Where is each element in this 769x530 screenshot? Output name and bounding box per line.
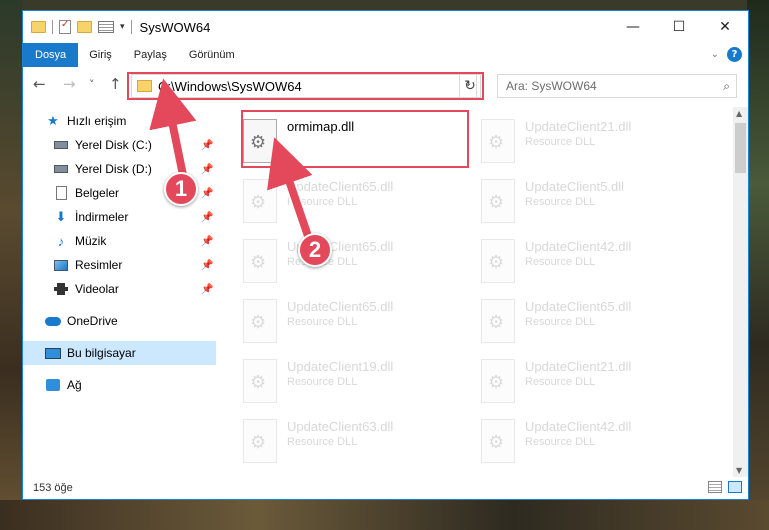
- arrow-2: [267, 137, 313, 238]
- annotation-arrows: [149, 78, 314, 238]
- step-badge-2: 2: [298, 233, 332, 267]
- step-badge-1: 1: [164, 172, 198, 206]
